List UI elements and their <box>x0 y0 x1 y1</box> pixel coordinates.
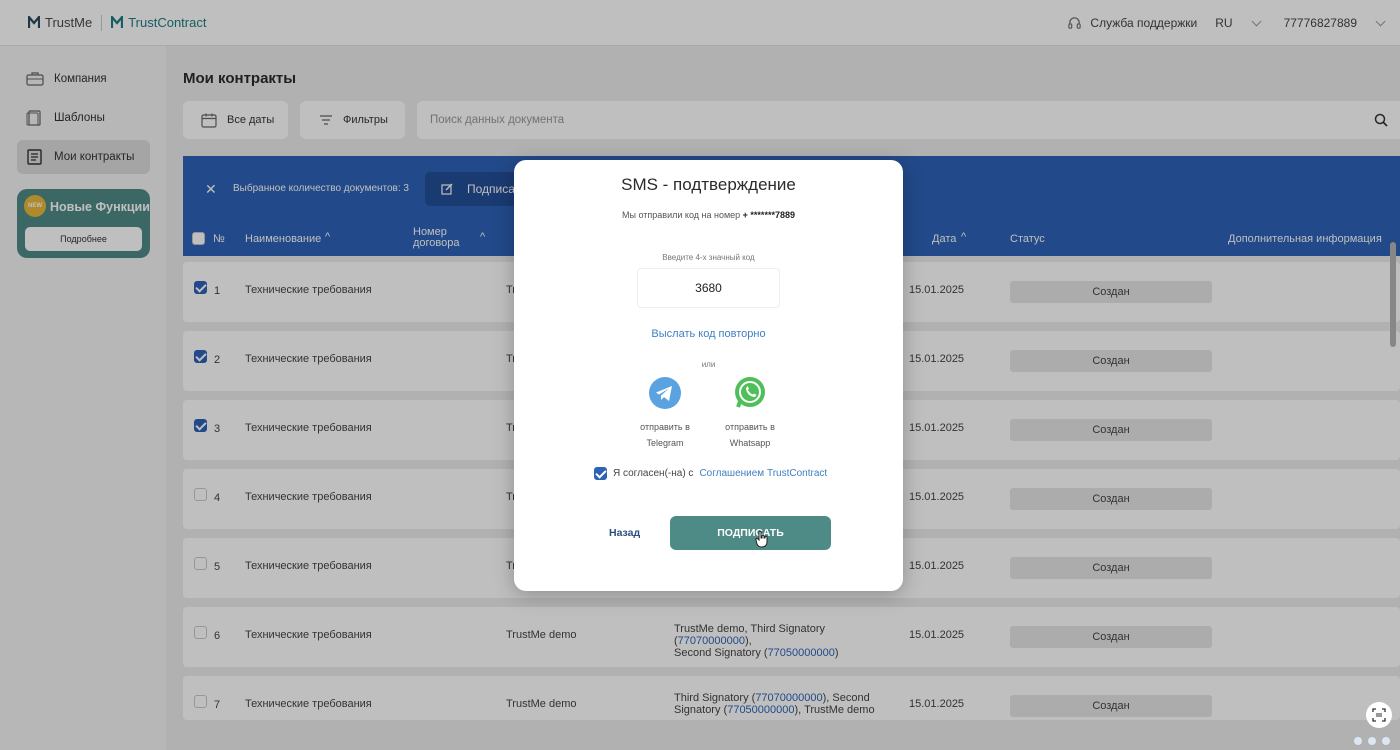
whatsapp-line1: отправить в <box>725 422 775 432</box>
sms-code-input[interactable]: 3680 <box>637 268 780 308</box>
telegram-line1: отправить в <box>640 422 690 432</box>
screenshot-tool-button[interactable] <box>1366 702 1392 728</box>
modal-title: SMS - подтверждение <box>621 175 796 194</box>
sent-prefix: Мы отправили код на номер <box>622 210 741 220</box>
telegram-line2: Telegram <box>646 438 684 448</box>
whatsapp-line2: Whatsapp <box>729 438 771 448</box>
send-telegram-button[interactable]: отправить в Telegram <box>630 376 700 451</box>
hand-cursor-icon <box>755 530 768 548</box>
scan-icon <box>1372 708 1386 722</box>
sms-confirmation-modal: SMS - подтверждение Мы отправили код на … <box>514 160 903 591</box>
agreement-row: Я согласен(-на) с Соглашением TrustContr… <box>594 467 827 480</box>
send-whatsapp-button[interactable]: отправить в Whatsapp <box>715 376 785 451</box>
agreement-checkbox[interactable] <box>594 467 607 480</box>
agree-text: Я согласен(-на) с <box>613 468 694 479</box>
sign-button[interactable]: ПОДПИСАТЬ <box>670 516 831 550</box>
masked-phone: + *******7889 <box>742 210 795 220</box>
or-divider: или <box>701 360 716 369</box>
sent-code-text: Мы отправили код на номер + *******7889 <box>514 210 903 220</box>
telegram-icon <box>649 377 681 409</box>
code-hint: Введите 4-х значный код <box>662 253 755 262</box>
dots-icon <box>1354 737 1390 745</box>
whatsapp-icon <box>735 377 765 408</box>
back-button[interactable]: Назад <box>609 527 640 539</box>
resend-code-link[interactable]: Выслать код повторно <box>514 328 903 340</box>
agreement-link[interactable]: Соглашением TrustContract <box>699 468 827 479</box>
